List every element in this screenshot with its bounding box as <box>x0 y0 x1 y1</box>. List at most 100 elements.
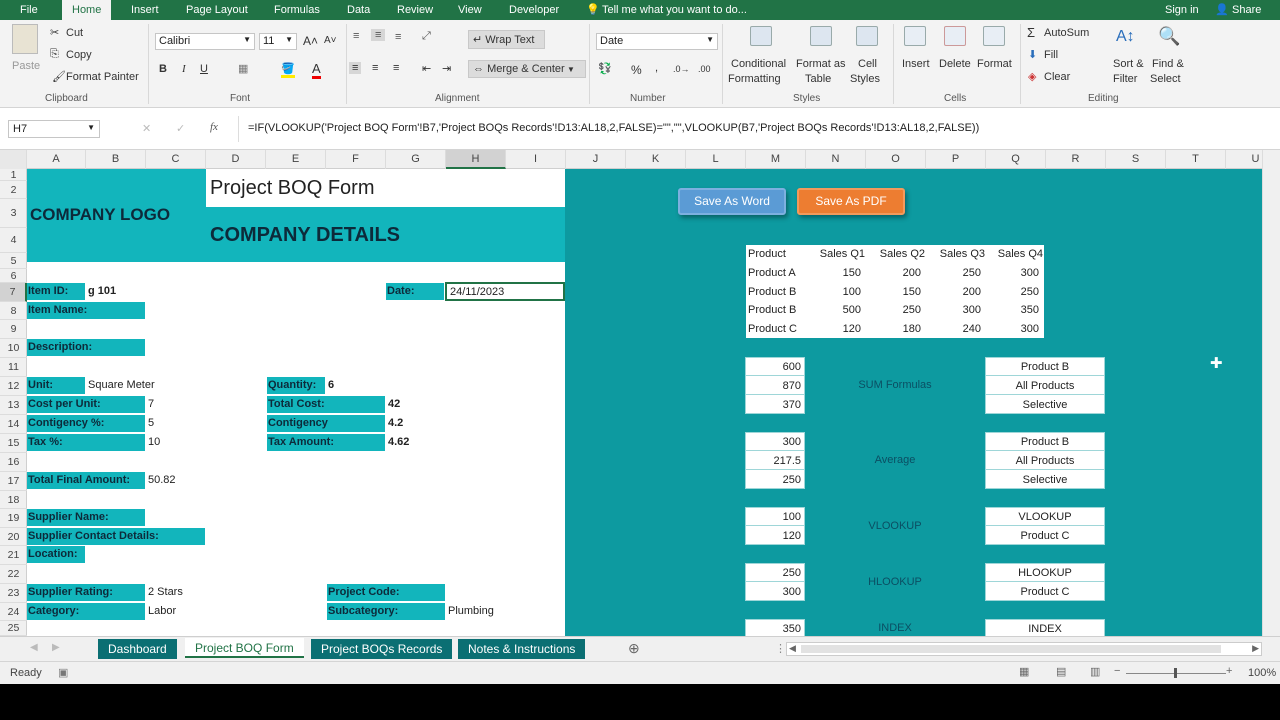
align-right-icon[interactable]: ≡ <box>393 62 399 74</box>
formula-criteria-cell[interactable]: All Products <box>986 452 1104 470</box>
formula-result-cell[interactable]: 600 <box>746 358 804 376</box>
insert-cells-button[interactable]: Insert <box>902 58 930 70</box>
formula-criteria-cell[interactable]: All Products <box>986 377 1104 395</box>
save-as-word-button[interactable]: Save As Word <box>678 188 786 215</box>
formula-criteria-cell[interactable]: Selective <box>986 396 1104 414</box>
column-header-q[interactable]: Q <box>986 150 1046 169</box>
column-header-k[interactable]: K <box>626 150 686 169</box>
row-header-23[interactable]: 23 <box>0 584 27 603</box>
row-header-9[interactable]: 9 <box>0 320 27 339</box>
formula-result-cell[interactable]: 120 <box>746 527 804 545</box>
conditional-formatting-button[interactable]: Conditional <box>731 58 786 70</box>
sales-cell[interactable]: 150 <box>867 283 925 301</box>
more-options-icon[interactable]: ⋮ <box>775 642 786 655</box>
zoom-out-icon[interactable]: − <box>1114 665 1120 677</box>
cell-styles-button[interactable]: Cell <box>858 58 877 70</box>
formula-criteria-cell[interactable]: Product C <box>986 583 1104 601</box>
column-header-a[interactable]: A <box>27 150 86 169</box>
formula-criteria-cell[interactable]: Product B <box>986 358 1104 376</box>
supplier-rating-value[interactable]: 2 Stars <box>148 584 183 601</box>
sales-cell[interactable]: 180 <box>867 320 925 338</box>
zoom-slider-thumb[interactable] <box>1174 668 1177 678</box>
formula-criteria-cell[interactable]: HLOOKUP <box>986 564 1104 582</box>
sales-cell[interactable]: 350 <box>987 301 1043 319</box>
item-id-value[interactable]: g 101 <box>88 283 116 300</box>
row-header-10[interactable]: 10 <box>0 339 27 358</box>
row-header-6[interactable]: 6 <box>0 269 27 283</box>
column-header-r[interactable]: R <box>1046 150 1106 169</box>
tax-pct-value[interactable]: 10 <box>148 434 160 451</box>
row-header-14[interactable]: 14 <box>0 415 27 434</box>
scroll-left-icon[interactable]: ◀ <box>789 643 796 654</box>
align-top-icon[interactable]: ≡ <box>353 30 359 42</box>
sort-filter-button[interactable]: Sort & <box>1113 58 1144 70</box>
formula-criteria-cell[interactable]: INDEX <box>986 620 1104 636</box>
row-header-13[interactable]: 13 <box>0 396 27 415</box>
row-header-16[interactable]: 16 <box>0 453 27 472</box>
formula-criteria-cell[interactable]: Product B <box>986 433 1104 451</box>
unit-value[interactable]: Square Meter <box>88 377 155 394</box>
formula-result-cell[interactable]: 870 <box>746 377 804 395</box>
tab-home[interactable]: Home <box>62 0 112 20</box>
font-name-select[interactable]: Calibri ▼ <box>155 33 255 50</box>
insert-function-icon[interactable]: fx <box>210 121 218 133</box>
sheet-tab-project-boq-form[interactable]: Project BOQ Form <box>185 638 304 658</box>
row-header-7[interactable]: 7 <box>0 283 27 302</box>
total-final-value[interactable]: 50.82 <box>148 472 176 489</box>
tab-view[interactable]: View <box>458 0 482 20</box>
column-header-f[interactable]: F <box>326 150 386 169</box>
row-header-19[interactable]: 19 <box>0 509 27 528</box>
sheet-tab-notes-instructions[interactable]: Notes & Instructions <box>458 639 586 659</box>
number-format-select[interactable]: Date ▼ <box>596 33 718 50</box>
row-header-12[interactable]: 12 <box>0 377 27 396</box>
column-header-l[interactable]: L <box>686 150 746 169</box>
sheet-tab-project-boqs-records[interactable]: Project BOQs Records <box>311 639 453 659</box>
name-box[interactable]: H7 ▼ <box>8 120 100 138</box>
format-cells-button[interactable]: Format <box>977 58 1012 70</box>
total-cost-value[interactable]: 42 <box>388 396 400 413</box>
tab-file[interactable]: File <box>20 0 38 20</box>
vertical-scrollbar[interactable] <box>1262 150 1280 636</box>
column-header-p[interactable]: P <box>926 150 986 169</box>
tab-insert[interactable]: Insert <box>131 0 159 20</box>
row-header-4[interactable]: 4 <box>0 228 27 253</box>
tab-formulas[interactable]: Formulas <box>274 0 320 20</box>
align-bottom-icon[interactable]: ≡ <box>395 31 401 43</box>
column-header-h[interactable]: H <box>446 150 506 169</box>
column-header-c[interactable]: C <box>146 150 206 169</box>
fill-button[interactable]: Fill <box>1044 49 1058 61</box>
formula-result-cell[interactable]: 217.5 <box>746 452 804 470</box>
merge-center-button[interactable]: ⇔ Merge & Center ▼ <box>468 60 586 78</box>
scroll-right-icon[interactable]: ▶ <box>1252 643 1259 654</box>
sales-cell[interactable]: 240 <box>927 320 985 338</box>
contigency-pct-value[interactable]: 5 <box>148 415 154 432</box>
row-header-18[interactable]: 18 <box>0 491 27 509</box>
formula-result-cell[interactable]: 370 <box>746 396 804 414</box>
increase-decimal-icon[interactable]: .0→ <box>673 64 690 74</box>
sales-cell[interactable]: 500 <box>807 301 865 319</box>
row-header-3[interactable]: 3 <box>0 199 27 228</box>
formula-result-cell[interactable]: 350 <box>746 620 804 636</box>
row-header-25[interactable]: 25 <box>0 621 27 636</box>
worksheet-grid[interactable]: COMPANY LOGO Project BOQ Form COMPANY DE… <box>27 169 1262 636</box>
format-painter-button[interactable]: Format Painter <box>66 71 139 83</box>
zoom-in-icon[interactable]: + <box>1226 665 1232 677</box>
formula-result-cell[interactable]: 250 <box>746 471 804 489</box>
column-header-m[interactable]: M <box>746 150 806 169</box>
row-header-22[interactable]: 22 <box>0 565 27 584</box>
formula-criteria-cell[interactable]: VLOOKUP <box>986 508 1104 526</box>
sales-cell[interactable]: 120 <box>807 320 865 338</box>
form-title-cell[interactable]: Project BOQ Form <box>206 169 565 207</box>
sales-cell[interactable]: Product B <box>748 283 806 301</box>
next-sheet-icon[interactable]: ▶ <box>52 642 60 653</box>
sales-cell[interactable]: Product A <box>748 264 806 282</box>
orientation-icon[interactable]: ⤢ <box>422 30 431 43</box>
column-header-j[interactable]: J <box>566 150 626 169</box>
cost-per-unit-value[interactable]: 7 <box>148 396 154 413</box>
underline-button[interactable]: U <box>200 63 208 75</box>
row-header-5[interactable]: 5 <box>0 253 27 269</box>
row-header-20[interactable]: 20 <box>0 528 27 546</box>
tell-me-box[interactable]: Tell me what you want to do... <box>602 0 747 20</box>
add-sheet-icon[interactable]: ⊕ <box>628 640 640 657</box>
scroll-thumb[interactable] <box>801 645 1221 653</box>
